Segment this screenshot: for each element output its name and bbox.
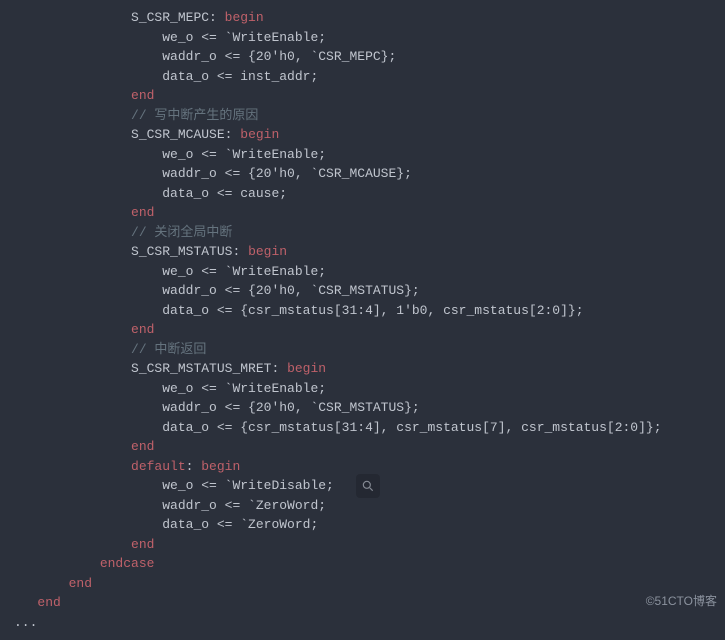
keyword-end: end [69, 576, 92, 591]
stmt: waddr_o <= {20'h0, `CSR_MCAUSE}; [162, 166, 412, 181]
case-label: S_CSR_MSTATUS [131, 244, 232, 259]
keyword-endcase: endcase [100, 556, 155, 571]
stmt: data_o <= `ZeroWord; [162, 517, 318, 532]
stmt: data_o <= {csr_mstatus[31:4], csr_mstatu… [162, 420, 661, 435]
keyword-end: end [131, 439, 154, 454]
keyword-end: end [131, 322, 154, 337]
stmt: we_o <= `WriteEnable; [162, 147, 326, 162]
case-label: S_CSR_MCAUSE [131, 127, 225, 142]
stmt: waddr_o <= `ZeroWord; [162, 498, 326, 513]
case-label: S_CSR_MSTATUS_MRET [131, 361, 271, 376]
code-block: S_CSR_MEPC: begin we_o <= `WriteEnable; … [0, 0, 725, 640]
keyword-begin: begin [240, 127, 279, 142]
stmt: waddr_o <= {20'h0, `CSR_MSTATUS}; [162, 283, 419, 298]
stmt: waddr_o <= {20'h0, `CSR_MSTATUS}; [162, 400, 419, 415]
keyword-end: end [131, 537, 154, 552]
stmt: data_o <= inst_addr; [162, 69, 318, 84]
keyword-default: default [131, 459, 186, 474]
stmt: data_o <= cause; [162, 186, 287, 201]
keyword-begin: begin [248, 244, 287, 259]
keyword-begin: begin [225, 10, 264, 25]
keyword-end: end [37, 595, 60, 610]
stmt: waddr_o <= {20'h0, `CSR_MEPC}; [162, 49, 396, 64]
comment: // 中断返回 [131, 342, 206, 357]
comment: // 写中断产生的原因 [131, 108, 258, 123]
stmt: we_o <= `WriteEnable; [162, 264, 326, 279]
keyword-begin: begin [201, 459, 240, 474]
stmt: data_o <= {csr_mstatus[31:4], 1'b0, csr_… [162, 303, 583, 318]
search-icon[interactable] [356, 474, 380, 498]
keyword-end: end [131, 205, 154, 220]
watermark: ©51CTO博客 [646, 592, 717, 610]
comment: // 关闭全局中断 [131, 225, 232, 240]
ellipsis: ... [14, 615, 37, 630]
case-label: S_CSR_MEPC [131, 10, 209, 25]
keyword-end: end [131, 88, 154, 103]
keyword-begin: begin [287, 361, 326, 376]
stmt: we_o <= `WriteDisable; [162, 478, 334, 493]
stmt: we_o <= `WriteEnable; [162, 30, 326, 45]
stmt: we_o <= `WriteEnable; [162, 381, 326, 396]
